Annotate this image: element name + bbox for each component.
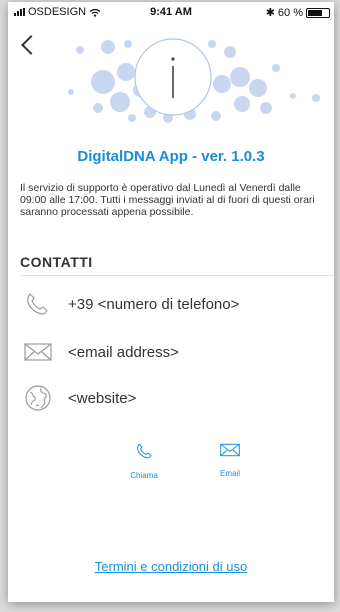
contacts-heading: CONTATTI	[20, 254, 93, 270]
globe-icon	[24, 383, 58, 413]
support-hours-text: Il servizio di supporto è operativo dal …	[20, 182, 315, 218]
call-label: Chiama	[130, 471, 158, 480]
battery-icon	[306, 7, 330, 18]
email-button[interactable]: Email	[200, 442, 260, 478]
email-address: <email address>	[68, 343, 179, 361]
envelope-icon	[220, 443, 240, 462]
email-contact-row[interactable]: <email address>	[24, 337, 324, 367]
phone-icon	[24, 289, 58, 319]
call-button[interactable]: Chiama	[114, 442, 174, 480]
battery-area: ✱ 60 %	[266, 6, 330, 19]
website-url: <website>	[68, 389, 137, 407]
phone-contact-row[interactable]: +39 <numero di telefono>	[24, 289, 324, 319]
terms-link[interactable]: Termini e condizioni di uso	[8, 559, 334, 574]
envelope-icon	[24, 337, 58, 367]
bluetooth-icon: ✱	[265, 7, 275, 19]
email-label: Email	[219, 469, 240, 478]
header-graphic	[68, 38, 320, 123]
contacts-divider	[20, 275, 334, 276]
app-screen: OSDESIGN 9:41 AM ✱ 60 % DigitalDNA App -…	[8, 2, 334, 602]
phone-icon	[135, 443, 153, 464]
app-version-title: DigitalDNA App - ver. 1.0.3	[77, 148, 265, 165]
status-bar: OSDESIGN 9:41 AM ✱ 60 %	[8, 2, 334, 22]
phone-number: +39 <numero di telefono>	[68, 295, 240, 313]
battery-percent: 60 %	[277, 6, 303, 19]
website-contact-row[interactable]: <website>	[24, 383, 324, 413]
